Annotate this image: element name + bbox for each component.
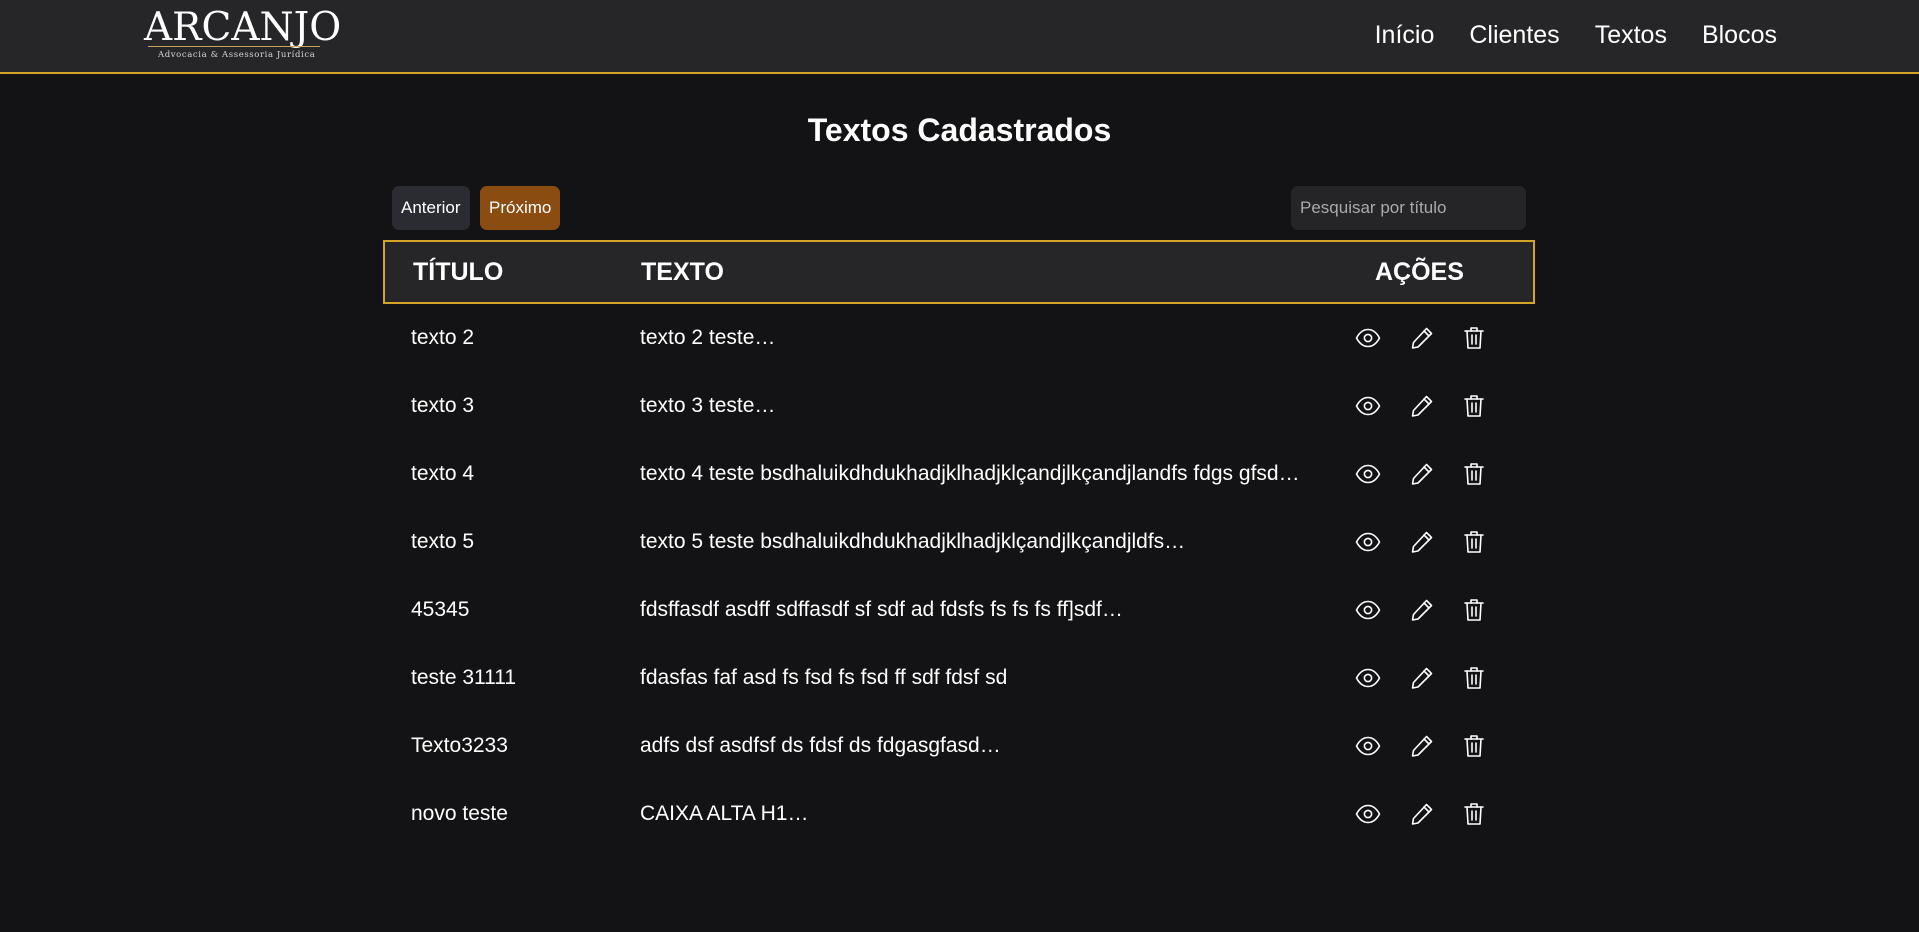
row-text: fdsffasdf asdff sdffasdf sf sdf ad fdsfs… (640, 598, 1123, 621)
column-header-actions: AÇÕES (1375, 258, 1464, 286)
trash-icon[interactable] (1461, 394, 1487, 418)
row-text: texto 2 teste… (640, 326, 776, 349)
pencil-icon[interactable] (1409, 394, 1435, 418)
row-title: Texto3233 (411, 734, 508, 757)
eye-icon[interactable] (1355, 734, 1381, 758)
nav-link-textos[interactable]: Textos (1595, 18, 1667, 52)
row-text: texto 3 teste… (640, 394, 776, 417)
table-row: texto 3 texto 3 teste… (383, 372, 1535, 440)
table-row: texto 2 texto 2 teste… (383, 304, 1535, 372)
eye-icon[interactable] (1355, 666, 1381, 690)
row-text: CAIXA ALTA H1… (640, 802, 809, 825)
pencil-icon[interactable] (1409, 802, 1435, 826)
trash-icon[interactable] (1461, 326, 1487, 350)
table-row: teste 31111 fdasfas faf asd fs fsd fs fs… (383, 644, 1535, 712)
brand-name: ARCANJO (144, 5, 342, 50)
trash-icon[interactable] (1461, 530, 1487, 554)
pencil-icon[interactable] (1409, 666, 1435, 690)
row-title: texto 2 (411, 326, 475, 349)
row-actions (1355, 462, 1525, 486)
pencil-icon[interactable] (1409, 530, 1435, 554)
table-header: TÍTULO TEXTO AÇÕES (383, 240, 1535, 304)
row-actions (1355, 666, 1525, 690)
table-row: novo teste CAIXA ALTA H1… (383, 780, 1535, 848)
previous-page-button[interactable]: Anterior (392, 186, 470, 230)
row-actions (1355, 598, 1525, 622)
eye-icon[interactable] (1355, 802, 1381, 826)
brand-logo[interactable]: ARCANJO Advocacia & Assessoria Jurídica (142, 6, 341, 66)
row-actions (1355, 394, 1525, 418)
row-title: teste 31111 (411, 666, 517, 689)
table-row: texto 4 texto 4 teste bsdhaluikdhdukhadj… (383, 440, 1535, 508)
row-title: texto 3 (411, 394, 475, 417)
eye-icon[interactable] (1355, 394, 1381, 418)
row-title: texto 5 (411, 530, 475, 553)
trash-icon[interactable] (1461, 734, 1487, 758)
trash-icon[interactable] (1461, 598, 1487, 622)
trash-icon[interactable] (1461, 666, 1487, 690)
eye-icon[interactable] (1355, 530, 1381, 554)
row-actions (1355, 802, 1525, 826)
table-row: texto 5 texto 5 teste bsdhaluikdhdukhadj… (383, 508, 1535, 576)
row-actions (1355, 530, 1525, 554)
trash-icon[interactable] (1461, 802, 1487, 826)
eye-icon[interactable] (1355, 326, 1381, 350)
pencil-icon[interactable] (1409, 598, 1435, 622)
table-row: 45345 fdsffasdf asdff sdffasdf sf sdf ad… (383, 576, 1535, 644)
nav-link-clientes[interactable]: Clientes (1469, 18, 1559, 52)
brand-tagline: Advocacia & Assessoria Jurídica (158, 50, 316, 60)
nav-link-inicio[interactable]: Início (1375, 18, 1435, 52)
column-header-text: TEXTO (641, 258, 724, 286)
table-body: texto 2 texto 2 teste… texto 3 texto 3 t… (383, 304, 1535, 848)
table-row: Texto3233 adfs dsf asdfsf ds fdsf ds fdg… (383, 712, 1535, 780)
main-nav: Início Clientes Textos Blocos (1375, 18, 1777, 52)
pencil-icon[interactable] (1409, 734, 1435, 758)
nav-link-blocos[interactable]: Blocos (1702, 18, 1777, 52)
row-text: fdasfas faf asd fs fsd fs fsd ff sdf fds… (640, 666, 1008, 689)
row-text: adfs dsf asdfsf ds fdsf ds fdgasgfasd… (640, 734, 1001, 757)
row-title: 45345 (411, 598, 470, 621)
page-title: Textos Cadastrados (807, 112, 1112, 148)
row-title: texto 4 (411, 462, 475, 485)
eye-icon[interactable] (1355, 462, 1381, 486)
top-navbar: ARCANJO Advocacia & Assessoria Jurídica … (0, 0, 1919, 74)
column-header-title: TÍTULO (413, 258, 504, 286)
row-title: novo teste (411, 802, 508, 825)
next-page-button[interactable]: Próximo (480, 186, 561, 230)
search-input[interactable] (1291, 186, 1526, 230)
row-text: texto 4 teste bsdhaluikdhdukhadjklhadjkl… (640, 462, 1300, 485)
logo-divider (148, 46, 320, 47)
row-text: texto 5 teste bsdhaluikdhdukhadjklhadjkl… (640, 530, 1186, 553)
pencil-icon[interactable] (1409, 462, 1435, 486)
row-actions (1355, 734, 1525, 758)
trash-icon[interactable] (1461, 462, 1487, 486)
eye-icon[interactable] (1355, 598, 1381, 622)
texts-table: TÍTULO TEXTO AÇÕES texto 2 texto 2 teste… (383, 240, 1535, 848)
row-actions (1355, 326, 1525, 350)
pencil-icon[interactable] (1409, 326, 1435, 350)
